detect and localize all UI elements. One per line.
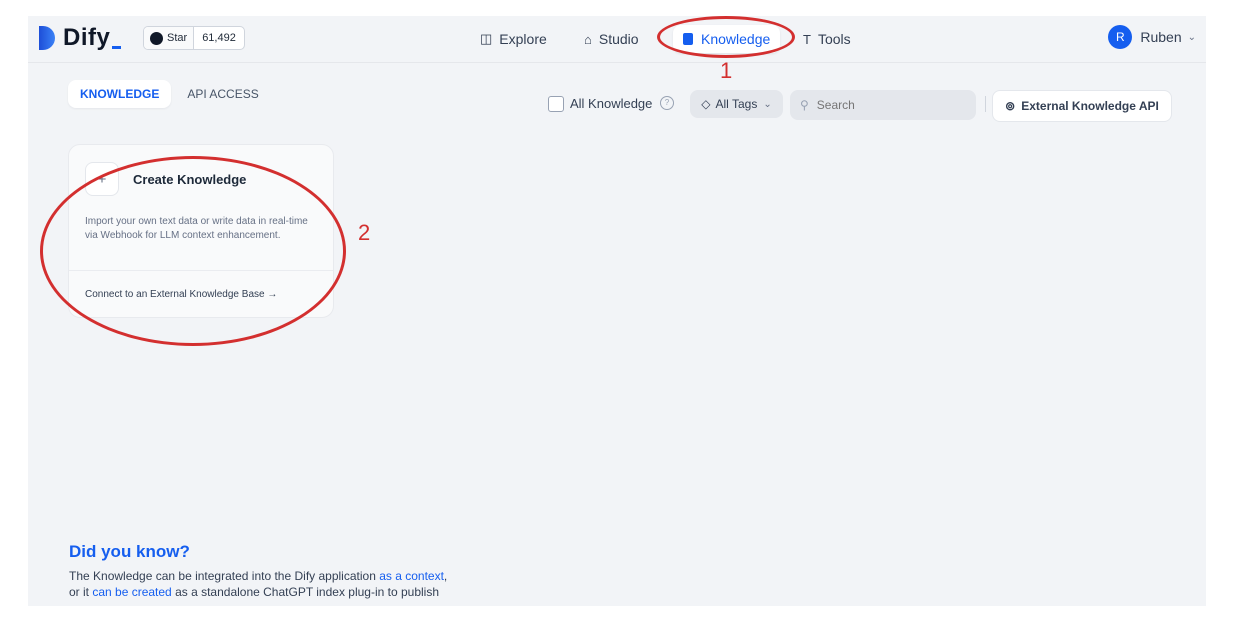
github-star-button[interactable]: Star 61,492 [143, 26, 245, 50]
tab-knowledge[interactable]: KNOWLEDGE [68, 80, 172, 108]
dify-logo[interactable]: Dify [39, 23, 122, 53]
tab-api-access[interactable]: API ACCESS [175, 80, 270, 108]
user-name: Ruben [1140, 29, 1182, 45]
annotation-number-1: 1 [720, 58, 733, 83]
app-frame: Dify Star 61,492 ◫ Explore ⌂ Studio Know… [28, 16, 1206, 606]
avatar: R [1108, 25, 1133, 49]
nav-tools-label: Tools [817, 31, 851, 47]
did-you-know-title: Did you know? [69, 542, 190, 561]
search-input[interactable] [814, 97, 959, 113]
nav-explore[interactable]: ◫ Explore [470, 25, 557, 53]
brand-name: Dify [63, 24, 111, 51]
chevron-down-icon: ⌄ [763, 98, 772, 110]
github-star-count: 61,492 [202, 32, 236, 44]
search-icon: ⚲ [800, 98, 809, 112]
nav-explore-label: Explore [499, 31, 547, 47]
nav-studio-label: Studio [598, 31, 639, 47]
tags-filter-label: All Tags [715, 97, 758, 111]
tools-icon: T [803, 31, 811, 47]
external-knowledge-api-button[interactable]: ⊚ External Knowledge API [992, 90, 1172, 122]
annotation-number-2: 2 [358, 220, 371, 245]
external-knowledge-api-label: External Knowledge API [1021, 99, 1159, 113]
nav-studio[interactable]: ⌂ Studio [574, 25, 649, 53]
search-box[interactable]: ⚲ [790, 90, 976, 120]
can-be-created-link[interactable]: can be created [92, 585, 171, 599]
api-connection-icon: ⊚ [1005, 99, 1016, 113]
did-you-know-text: The Knowledge can be integrated into the… [69, 569, 448, 599]
all-knowledge-label: All Knowledge [570, 96, 653, 111]
annotation-ellipse-1 [657, 16, 795, 58]
nav-tools[interactable]: T Tools [793, 25, 861, 53]
all-knowledge-checkbox[interactable] [548, 96, 564, 112]
dify-logo-icon [39, 26, 55, 50]
github-star-label: Star [167, 32, 188, 44]
compass-icon: ◫ [480, 31, 493, 46]
logo-cursor [112, 45, 122, 49]
annotation-ellipse-2 [40, 156, 346, 346]
help-icon[interactable]: ? [660, 96, 674, 110]
user-menu[interactable]: R Ruben ⌄ [1108, 25, 1196, 49]
knowledge-tabs: KNOWLEDGE API ACCESS [68, 80, 275, 108]
tag-icon: ◇ [701, 97, 711, 111]
github-icon [150, 31, 163, 45]
chevron-down-icon: ⌄ [1187, 31, 1196, 43]
tags-filter-dropdown[interactable]: ◇ All Tags ⌄ [690, 90, 783, 118]
toolbar-divider [985, 96, 986, 112]
robot-icon: ⌂ [584, 31, 592, 47]
top-header: Dify Star 61,492 ◫ Explore ⌂ Studio Know… [28, 16, 1206, 63]
as-a-context-link[interactable]: as a context [379, 569, 444, 583]
